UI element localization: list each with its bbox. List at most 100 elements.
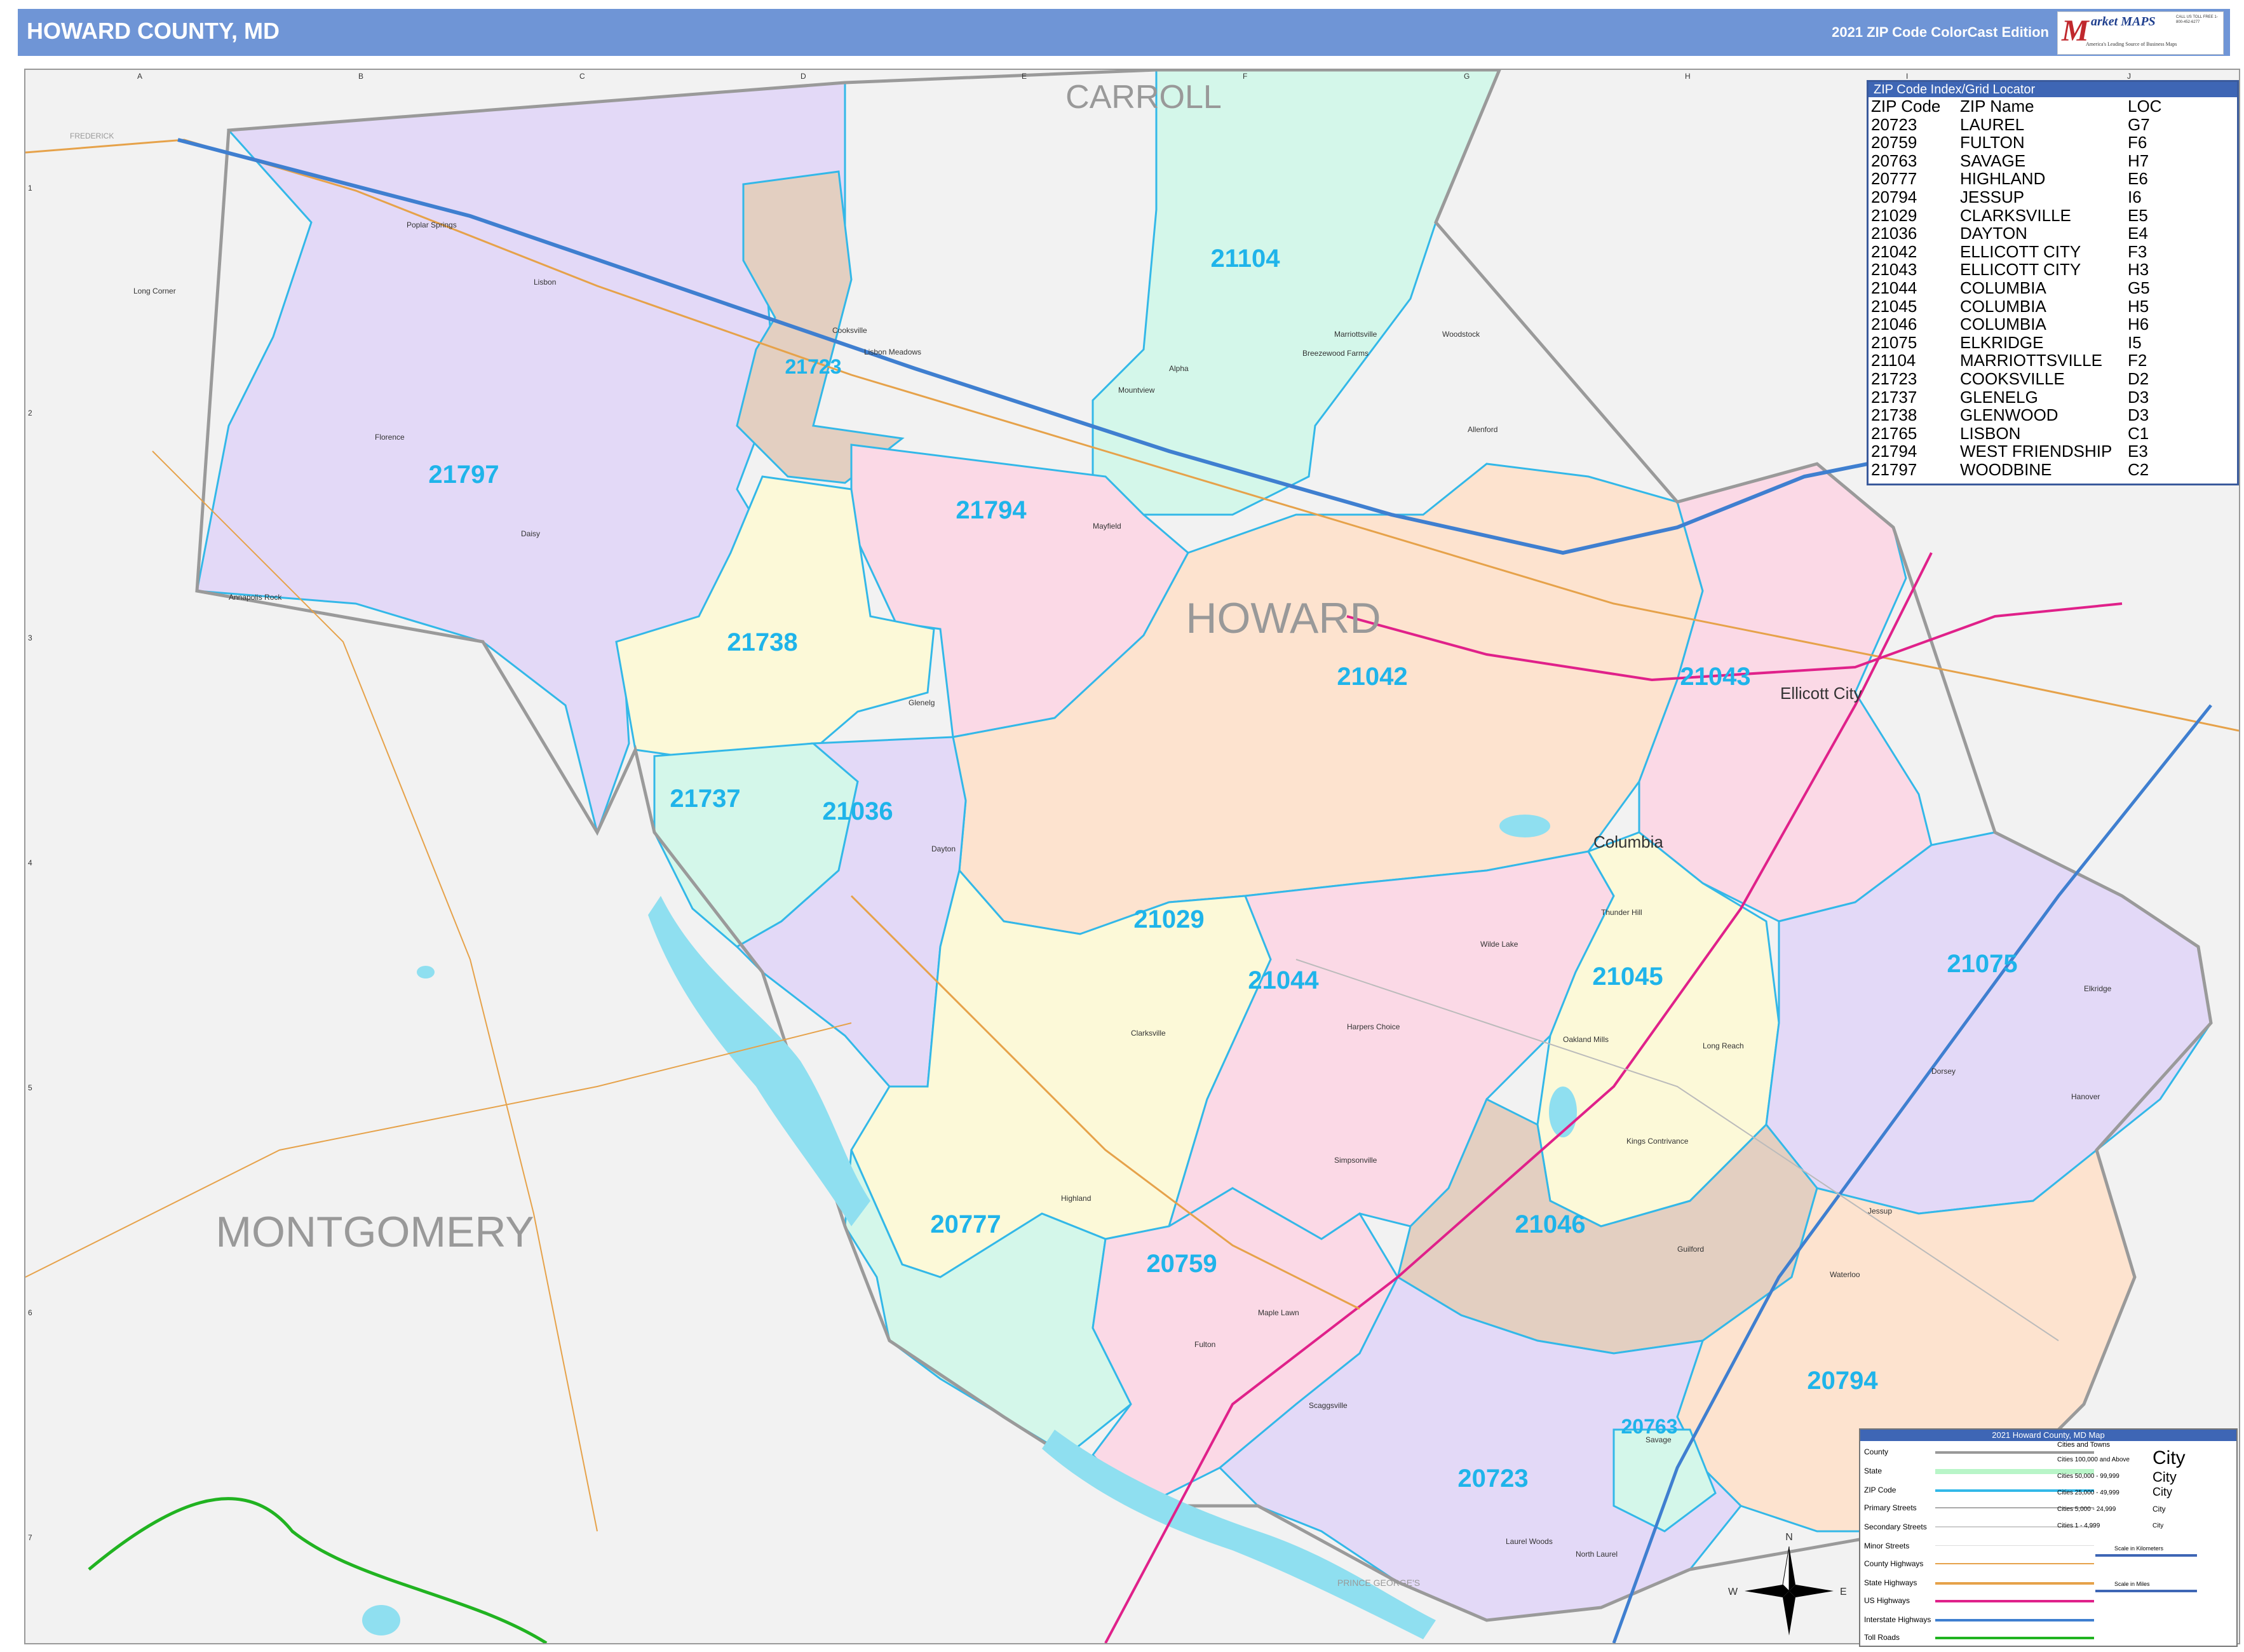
place-label: Lisbon Meadows (864, 348, 921, 356)
zip-index-name: GLENWOOD (1960, 405, 2058, 425)
zip-index-loc: G7 (2128, 114, 2150, 134)
place-label: Fulton (1194, 1340, 1215, 1349)
zip-label-21046: 21046 (1515, 1210, 1585, 1238)
legend-toll: Toll Roads (1864, 1633, 1900, 1642)
pond (417, 966, 435, 978)
zip-index-name: JESSUP (1960, 187, 2025, 207)
legend-state-hwy-swatch (1935, 1582, 2094, 1585)
zip-index-name: ELLICOTT CITY (1960, 241, 2081, 261)
place-label: Dorsey (1931, 1067, 1956, 1076)
place-label: Long Corner (133, 287, 176, 295)
place-label: North Laurel (1576, 1550, 1618, 1559)
zip-index-name: WEST FRIENDSHIP (1960, 442, 2112, 461)
legend-zip: ZIP Code (1864, 1486, 1896, 1494)
zip-index-name: ELLICOTT CITY (1960, 260, 2081, 280)
place-label: Harpers Choice (1347, 1022, 1400, 1031)
place-label: Breezewood Farms (1302, 349, 1369, 358)
zip-index-name: COOKSVILLE (1960, 369, 2065, 388)
legend-state-hwy: State Highways (1864, 1578, 1917, 1587)
county-label-carroll: CARROLL (1065, 79, 1222, 116)
zip-index-header: ZIP Code ZIP Name LOC (1869, 97, 2237, 116)
legend-primary: Primary Streets (1864, 1503, 1917, 1512)
zip-label-21042: 21042 (1337, 663, 1407, 691)
grid-col-label: I (1906, 72, 1908, 81)
place-label: Wilde Lake (1480, 940, 1518, 949)
zip-index-zip: 21723 (1871, 369, 1917, 388)
zip-index-row: 21794 WEST FRIENDSHIP E3 (1869, 442, 2237, 461)
zip-index-name: SAVAGE (1960, 151, 2026, 170)
place-label: Dayton (931, 844, 956, 853)
zip-index-row: 21723 COOKSVILLE D2 (1869, 370, 2237, 388)
zip-label-21029: 21029 (1133, 905, 1204, 933)
zip-index-zip: 21797 (1871, 459, 1917, 479)
zip-index-loc: F2 (2128, 351, 2147, 370)
place-label: Highland (1061, 1194, 1091, 1203)
legend-toll-swatch (1935, 1637, 2094, 1639)
zip-index-row: 21797 WOODBINE C2 (1869, 461, 2237, 479)
zip-label-20763: 20763 (1621, 1415, 1678, 1438)
zip-index-loc: D2 (2128, 369, 2149, 388)
lake-elkhorn (1499, 815, 1550, 837)
place-label: Guilford (1677, 1245, 1704, 1254)
place-label: Mayfield (1093, 522, 1121, 531)
zip-index-loc: F6 (2128, 133, 2147, 152)
zip-label-20794: 20794 (1807, 1367, 1878, 1395)
place-label: Poplar Springs (407, 220, 457, 229)
legend-interstate: Interstate Highways (1864, 1615, 1931, 1624)
place-label: Clarksville (1131, 1029, 1166, 1038)
zip-index-row: 21765 LISBON C1 (1869, 424, 2237, 443)
place-label: Laurel Woods (1506, 1537, 1553, 1546)
place-label: Allenford (1468, 425, 1497, 434)
grid-row-label: 4 (28, 858, 32, 867)
zip-index-zip: 21075 (1871, 332, 1917, 352)
grid-col-label: D (801, 72, 806, 81)
place-label: Hanover (2071, 1092, 2100, 1101)
scale-bar-km (2095, 1554, 2197, 1557)
zip-index-col-name: ZIP Name (1960, 97, 2034, 116)
county-label-montgomery: MONTGOMERY (215, 1208, 534, 1256)
place-label: Glenelg (909, 698, 935, 707)
zip-index-name: WOODBINE (1960, 459, 2052, 479)
zip-index-loc: D3 (2128, 405, 2149, 425)
zip-index-row: 21738 GLENWOOD D3 (1869, 406, 2237, 424)
zip-index-zip: 21029 (1871, 205, 1917, 225)
zip-index-loc: H7 (2128, 151, 2149, 170)
zip-index-zip: 21765 (1871, 423, 1917, 443)
county-label-prince-georges: PRINCE GEORGE'S (1337, 1578, 1420, 1588)
zip-index-zip: 20794 (1871, 187, 1917, 207)
legend-county-hwy-swatch (1935, 1563, 2094, 1564)
zip-label-21104: 21104 (1210, 245, 1280, 273)
place-label: Simpsonville (1334, 1156, 1377, 1165)
pond (362, 1605, 400, 1635)
grid-col-label: G (1464, 72, 1470, 81)
place-label: Elkridge (2084, 984, 2112, 993)
place-label: Long Reach (1703, 1041, 1744, 1050)
legend-county: County (1864, 1447, 1889, 1456)
zip-index-loc: I6 (2128, 187, 2142, 207)
legend-scale-mi: Scale in Miles (2114, 1581, 2150, 1587)
legend-us-hwy-swatch (1935, 1600, 2094, 1602)
county-label-howard: HOWARD (1186, 594, 1381, 642)
zip-index-loc: E6 (2128, 169, 2148, 189)
place-label: Mountview (1118, 386, 1155, 395)
place-label: Florence (375, 433, 405, 442)
zip-index-loc: D3 (2128, 387, 2149, 407)
legend-city-class: Cities 5,000 - 24,999 (2057, 1506, 2116, 1513)
zip-index-col-zip: ZIP Code (1871, 97, 1941, 116)
zip-label-21036: 21036 (822, 797, 893, 825)
zip-index-loc: H6 (2128, 315, 2149, 334)
place-label: Annapolis Rock (229, 593, 282, 602)
header-bar: HOWARD COUNTY, MD 2021 ZIP Code ColorCas… (18, 9, 2230, 56)
zip-index-name: COLUMBIA (1960, 315, 2046, 334)
compass-e: E (1840, 1587, 1847, 1597)
grid-col-label: H (1685, 72, 1691, 81)
legend-cities-title: Cities and Towns (2057, 1441, 2110, 1449)
zip-label-21794: 21794 (956, 496, 1027, 524)
zip-index-name: HIGHLAND (1960, 169, 2046, 189)
zip-index-loc: C1 (2128, 423, 2149, 443)
zip-index-row: 21043 ELLICOTT CITY H3 (1869, 261, 2237, 279)
legend-city-sample: City (2153, 1505, 2166, 1513)
grid-col-label: A (137, 72, 142, 81)
grid-col-label: C (579, 72, 585, 81)
legend-state: State (1864, 1466, 1882, 1475)
